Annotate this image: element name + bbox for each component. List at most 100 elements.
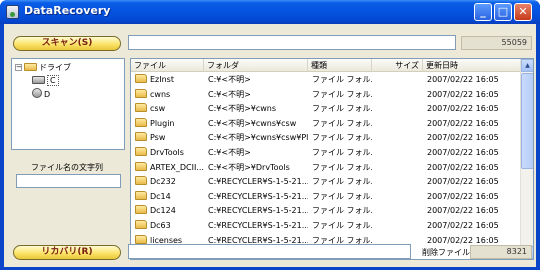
column-header-folder[interactable]: フォルダ xyxy=(204,59,308,72)
table-row[interactable]: cwns C:¥<不明> ファイル フォル... 2007/02/22 16:05 xyxy=(131,88,521,102)
scan-button[interactable]: スキャン(S) xyxy=(13,36,121,51)
cell-file: DrvTools xyxy=(133,146,204,160)
cell-folder: C:¥<不明>¥cwns¥csw xyxy=(208,118,297,128)
window-title: DataRecovery xyxy=(24,4,111,17)
column-header-modified[interactable]: 更新日時 xyxy=(423,59,521,72)
table-row[interactable]: Psw C:¥<不明>¥cwns¥csw¥Pl... ファイル フォル... 2007… xyxy=(131,131,521,145)
cell-type: ファイル フォル... xyxy=(312,206,372,216)
vertical-scrollbar[interactable]: ▲ ▼ xyxy=(520,59,533,259)
cell-type: ファイル フォル... xyxy=(312,221,372,230)
filter-input[interactable] xyxy=(16,174,121,188)
cell-modified: 2007/02/22 16:05 xyxy=(427,177,499,187)
column-header-size[interactable]: サイズ xyxy=(372,59,423,72)
cell-modified: 2007/02/22 16:05 xyxy=(427,191,499,201)
client-area: スキャン(S) 55059 − ドライブ C D ファイル名の文字列 ファイル フ… xyxy=(4,24,536,267)
total-count: 55059 xyxy=(461,36,532,50)
drive-tree[interactable]: − ドライブ C D xyxy=(11,58,125,150)
cell-size xyxy=(374,219,421,233)
cell-type: ファイル フォル... xyxy=(312,89,372,99)
folder-icon xyxy=(135,74,147,83)
cell-file: csw xyxy=(133,102,204,116)
cell-file: Plugin xyxy=(133,117,204,131)
cell-type: ファイル フォル... xyxy=(312,148,372,157)
cell-size xyxy=(374,190,421,204)
cell-folder: C:¥RECYCLER¥S-1-5-21... xyxy=(208,221,308,230)
cell-modified: 2007/02/22 16:05 xyxy=(427,104,499,114)
file-list[interactable]: ファイル フォルダ 種類 サイズ 更新日時 EzInst C:¥<不明> ファイル … xyxy=(130,58,534,260)
cell-size xyxy=(374,161,421,175)
close-button[interactable]: ✕ xyxy=(514,3,532,21)
column-header-type[interactable]: 種類 xyxy=(308,59,372,72)
path-input[interactable] xyxy=(128,35,456,50)
deleted-count: 8321 xyxy=(470,245,532,259)
column-header-file[interactable]: ファイル xyxy=(131,59,204,72)
cell-folder: C:¥<不明>¥cwns xyxy=(208,104,277,114)
cell-type: ファイル フォル... xyxy=(312,118,372,128)
file-name: csw xyxy=(150,104,166,114)
cd-drive-icon xyxy=(32,88,42,98)
cell-file: Psw xyxy=(133,131,204,145)
app-icon xyxy=(6,5,19,19)
tree-item-d[interactable]: D xyxy=(32,88,50,100)
cell-size xyxy=(374,88,421,102)
folder-icon xyxy=(135,161,147,171)
file-name: Dc232 xyxy=(150,177,176,187)
table-row[interactable]: EzInst C:¥<不明> ファイル フォル... 2007/02/22 16:05 xyxy=(131,73,521,87)
file-name: cwns xyxy=(150,89,171,99)
scroll-up-icon[interactable]: ▲ xyxy=(521,59,533,72)
cell-modified: 2007/02/22 16:05 xyxy=(427,206,499,216)
folder-icon xyxy=(135,117,147,127)
cell-type: ファイル フォル... xyxy=(312,75,372,84)
collapse-icon[interactable]: − xyxy=(15,64,22,71)
tree-root-label: ドライブ xyxy=(39,63,71,72)
recover-button[interactable]: リカバリ(R) xyxy=(13,245,121,260)
cell-modified: 2007/02/22 16:05 xyxy=(427,148,499,157)
table-row[interactable]: Dc232 C:¥RECYCLER¥S-1-5-21... ファイル フォル... 2… xyxy=(131,175,521,189)
folder-icon xyxy=(135,205,147,215)
folder-icon xyxy=(135,88,147,98)
cell-type: ファイル フォル... xyxy=(312,191,372,201)
cell-modified: 2007/02/22 16:05 xyxy=(427,89,499,99)
cell-type: ファイル フォル... xyxy=(312,162,372,172)
table-row[interactable]: Dc14 C:¥RECYCLER¥S-1-5-21... ファイル フォル... 20… xyxy=(131,190,521,204)
table-row[interactable]: Dc63 C:¥RECYCLER¥S-1-5-21... ファイル フォル... 20… xyxy=(131,219,521,233)
table-row[interactable]: ARTEX_DCII... C:¥<不明>¥DrvTools ファイル フォル...… xyxy=(131,161,521,175)
tree-root[interactable]: − ドライブ xyxy=(15,62,71,74)
cell-folder: C:¥<不明> xyxy=(208,148,251,157)
cell-file: ARTEX_DCII... xyxy=(133,161,204,175)
file-name: Plugin xyxy=(150,118,175,128)
scroll-thumb[interactable] xyxy=(521,73,533,169)
cell-file: Dc124 xyxy=(133,204,204,218)
folder-icon xyxy=(135,190,147,200)
table-row[interactable]: csw C:¥<不明>¥cwns ファイル フォル... 2007/02/22 16:… xyxy=(131,102,521,116)
hard-drive-icon xyxy=(32,76,45,84)
maximize-button[interactable]: □ xyxy=(494,3,512,21)
cell-folder: C:¥<不明> xyxy=(208,89,251,99)
file-name: ARTEX_DCII... xyxy=(150,162,204,172)
title-bar[interactable]: DataRecovery _ □ ✕ xyxy=(0,0,540,24)
tree-item-c[interactable]: C xyxy=(32,75,59,87)
cell-file: cwns xyxy=(133,88,204,102)
status-field xyxy=(128,244,411,259)
cell-file: Dc14 xyxy=(133,190,204,204)
minimize-button[interactable]: _ xyxy=(474,3,492,21)
tree-item-label: C xyxy=(47,75,59,86)
folder-icon xyxy=(135,103,147,113)
cell-size xyxy=(374,117,421,131)
cell-size xyxy=(374,204,421,218)
folder-icon xyxy=(135,234,147,244)
cell-modified: 2007/02/22 16:05 xyxy=(427,133,499,143)
file-name: Dc63 xyxy=(150,221,171,230)
table-row[interactable]: DrvTools C:¥<不明> ファイル フォル... 2007/02/22 16:… xyxy=(131,146,521,160)
cell-file: Dc63 xyxy=(133,219,204,233)
cell-type: ファイル フォル... xyxy=(312,104,372,114)
folder-icon xyxy=(24,63,37,71)
cell-modified: 2007/02/22 16:05 xyxy=(427,221,499,230)
table-row[interactable]: Dc124 C:¥RECYCLER¥S-1-5-21... ファイル フォル... 2… xyxy=(131,204,521,218)
table-row[interactable]: Plugin C:¥<不明>¥cwns¥csw ファイル フォル... 2007/02… xyxy=(131,117,521,131)
cell-type: ファイル フォル... xyxy=(312,177,372,187)
cell-size xyxy=(374,73,421,87)
filter-label: ファイル名の文字列 xyxy=(31,163,103,172)
cell-modified: 2007/02/22 16:05 xyxy=(427,75,499,84)
cell-folder: C:¥RECYCLER¥S-1-5-21... xyxy=(208,206,308,216)
